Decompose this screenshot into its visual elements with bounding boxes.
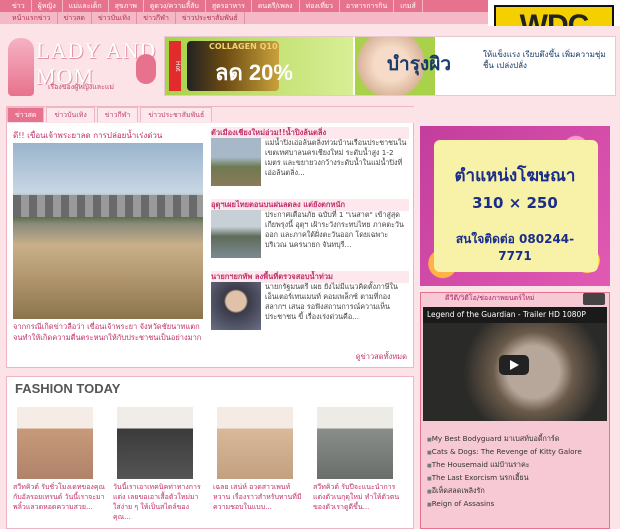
fashion-section: FASHION TODAY สวีทคิวต์ รับชั่วโมงเดทของ…	[6, 376, 414, 529]
banner-product-panel: Hot COLLAGEN Q10 ลด 20%	[165, 37, 353, 95]
news-tabs: ข่าวสด ข่าวบันเทิง ข่าวกีฬา ข่าวประชาสัม…	[7, 107, 415, 123]
video-list-item[interactable]: My Best Bodyguard มาเบสท์บอดี้การ์ด	[427, 433, 603, 446]
fashion-caption[interactable]: วันนี้เราเอาเทคนิคท่าทางการแต่ง เลยขอเอา…	[113, 482, 205, 522]
video-list-item[interactable]: The Last Exorcism นรกเฮี้ยน	[427, 472, 603, 485]
fashion-caption[interactable]: เฉลย เสน่ห์ อวดสาวเพนท์หวาน เรื่องราวสำห…	[213, 482, 305, 522]
nav-item[interactable]: ผู้หญิง	[32, 0, 63, 12]
nav-item[interactable]: แม่และเด็ก	[63, 0, 109, 12]
news-thumbnail[interactable]	[211, 282, 261, 330]
fashion-caption[interactable]: สวีทคิวต์ รับปีจะแนะนำการแต่งตัวเนกุดุให…	[313, 482, 405, 522]
fashion-title: FASHION TODAY	[15, 381, 121, 396]
ad-contact: สนใจติดต่อ 080244-7771	[455, 232, 575, 263]
news-thumbnail[interactable]	[211, 210, 261, 258]
play-icon[interactable]	[499, 355, 529, 375]
ad-size: 310 × 250	[472, 194, 558, 212]
page-root: { "topnav": ["ข่าว", "ผู้หญิง", "แม่และเ…	[0, 0, 620, 529]
banner-headline: บำรุงผิว	[387, 53, 452, 75]
banner-sale: ลด 20%	[215, 60, 293, 85]
news-thumbnail[interactable]	[211, 138, 261, 186]
subnav-item[interactable]: ข่าวประชาสัมพันธ์	[176, 12, 245, 24]
video-title[interactable]: Legend of the Guardian - Trailer HD 1080…	[427, 310, 586, 319]
video-section-title: ดีวีดี/วิดีโอ/ช่องภาพยนตร์ใหม่	[445, 294, 535, 302]
nav-item[interactable]: เกมส์	[394, 0, 423, 12]
fashion-image[interactable]	[117, 407, 193, 479]
fashion-item[interactable]: เฉลย เสน่ห์ อวดสาวเพนท์หวาน เรื่องราวสำห…	[213, 407, 305, 522]
nav-item[interactable]: ดูดวง/ความลี้ลับ	[144, 0, 206, 12]
nav-item[interactable]: สูตรอาหาร	[206, 0, 252, 12]
lead-story-title[interactable]: ดี!! เขื่อนเจ้าพระยาลด การปล่อยน้ำเร่งด่…	[13, 129, 203, 142]
video-player[interactable]: Legend of the Guardian - Trailer HD 1080…	[423, 307, 607, 421]
fashion-item[interactable]: วันนี้เราเอาเทคนิคท่าทางการแต่ง เลยขอเอา…	[113, 407, 205, 522]
fashion-item[interactable]: สวีทคิวต์ รับปีจะแนะนำการแต่งตัวเนกุดุให…	[313, 407, 405, 522]
news-summary: ประกาศเตือนภัย ฉบับที่ 1 "เนสาต" เข้าสู่…	[265, 210, 404, 249]
banner-hot-label: Hot	[169, 41, 181, 91]
logo-subtitle: เรื่องของผู้หญิงและแม่	[48, 83, 114, 91]
news-summary: แม่น้ำปิงเอ่อล้นตลิ่งท่วมบ้านเรือนประชาช…	[265, 138, 407, 177]
video-widget: ดีวีดี/วิดีโอ/ช่องภาพยนตร์ใหม่ Legend of…	[420, 292, 610, 529]
fashion-item[interactable]: สวีทคิวต์ รับชั่วโมงเดทของคุณกับอัลรอยเท…	[13, 407, 105, 522]
tab-sports[interactable]: ข่าวกีฬา	[96, 107, 139, 122]
lead-story-image[interactable]	[13, 143, 203, 319]
nav-item[interactable]: ท่องเที่ยว	[300, 0, 340, 12]
tab-news-live[interactable]: ข่าวสด	[7, 107, 45, 122]
dam-graphic	[13, 195, 203, 217]
news-item[interactable]: อุตุฯเผยไทยตอนบนฝนลดลง แต่ยังตกหนัก ประก…	[211, 199, 409, 271]
banner-copy: ให้แข็งแรง เรียบตึงขึ้น เพิ่มความชุ่มชื้…	[483, 50, 606, 70]
banner-product-name: COLLAGEN Q10	[209, 42, 278, 51]
subnav-item[interactable]: หน้าแรกข่าว	[6, 12, 58, 24]
ad-title: ตำแหน่งโฆษณา	[454, 166, 576, 186]
nav-item[interactable]: ดนตรี/เพลง	[252, 0, 300, 12]
video-list-item[interactable]: The Housemaid แม่บ้านราคะ	[427, 459, 603, 472]
logo-figure-icon	[8, 38, 34, 96]
subnav-item[interactable]: ข่าวสด	[58, 12, 92, 24]
fashion-image[interactable]	[217, 407, 293, 479]
fashion-image[interactable]	[17, 407, 93, 479]
camera-icon	[583, 293, 605, 305]
lead-story-caption[interactable]: จากกรณีเกิดข่าวลือว่า เขื่อนเจ้าพระยา จั…	[13, 321, 203, 343]
header-banner-ad[interactable]: Hot COLLAGEN Q10 ลด 20% บำรุงผิว ให้แข็ง…	[164, 36, 616, 96]
subnav-item[interactable]: ข่าวบันเทิง	[92, 12, 138, 24]
video-list-item[interactable]: อีเห็ดสลดเพลิงรัก	[427, 485, 603, 498]
video-list-item[interactable]: Reign of Assasins	[427, 498, 603, 511]
fashion-image[interactable]	[317, 407, 393, 479]
site-logo[interactable]: LADY AND MOM เรื่องของผู้หญิงและแม่	[8, 34, 158, 98]
subnav-item[interactable]: ข่าวกีฬา	[137, 12, 176, 24]
news-box: ข่าวสด ข่าวบันเทิง ข่าวกีฬา ข่าวประชาสัม…	[6, 106, 415, 368]
video-list-item[interactable]: Cats & Dogs: The Revenge of Kitty Galore	[427, 446, 603, 459]
ad-placeholder[interactable]: ตำแหน่งโฆษณา 310 × 250 สนใจติดต่อ 080244…	[420, 126, 610, 286]
nav-item[interactable]: อาหารการกิน	[340, 0, 395, 12]
more-news-link[interactable]: ดูข่าวสดทั้งหมด	[356, 351, 407, 363]
news-item[interactable]: ตัวเมืองเชียงใหม่อ่วม!!น้ำปิงล้นตลิ่ง แม…	[211, 127, 409, 199]
fashion-caption[interactable]: สวีทคิวต์ รับชั่วโมงเดทของคุณกับอัลรอยเท…	[13, 482, 105, 522]
news-item[interactable]: นายกฯยกทัพ ลงพื้นที่ตรวจสอบน้ำท่วม นายกร…	[211, 271, 409, 343]
tab-pr[interactable]: ข่าวประชาสัมพันธ์	[140, 107, 213, 122]
tab-entertainment[interactable]: ข่าวบันเทิง	[46, 107, 95, 122]
nav-item[interactable]: ข่าว	[6, 0, 32, 12]
header: LADY AND MOM เรื่องของผู้หญิงและแม่ Hot …	[0, 26, 620, 106]
news-summary: นายกรัฐมนตรี เผย ยังไม่มีแนวคิดตั้งภาษีใ…	[265, 282, 398, 321]
nav-item[interactable]: สุขภาพ	[109, 0, 144, 12]
video-list: My Best Bodyguard มาเบสท์บอดี้การ์ด Cats…	[427, 433, 603, 511]
logo-mom-icon	[136, 54, 156, 84]
